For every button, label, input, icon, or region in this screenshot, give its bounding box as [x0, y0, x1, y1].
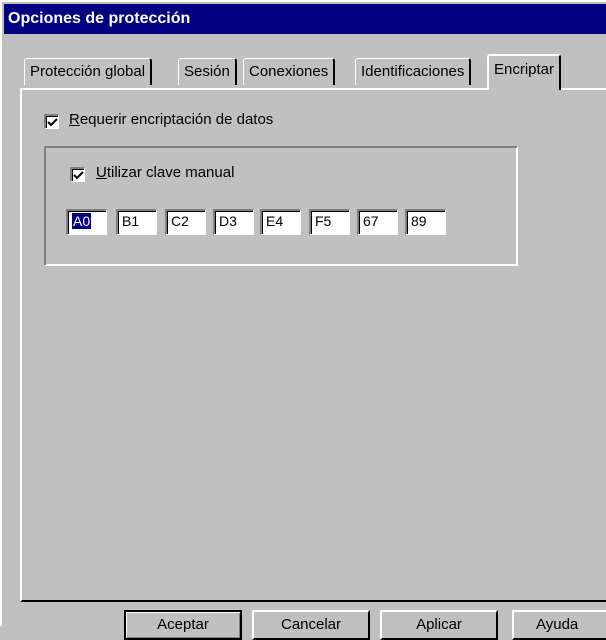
key-byte-field-4[interactable]: D3: [213, 209, 254, 235]
cancel-button[interactable]: Cancelar: [252, 610, 370, 640]
key-byte-field-2[interactable]: B1: [116, 209, 157, 235]
dialog-title: Opciones de protección: [4, 4, 606, 34]
tab-conexiones[interactable]: Conexiones: [243, 58, 336, 85]
require-encryption-label[interactable]: Requerir encriptación de datos: [69, 111, 273, 128]
checkmark-icon: [73, 171, 84, 180]
key-byte-field-3[interactable]: C2: [165, 209, 206, 235]
manual-key-label[interactable]: Utilizar clave manual: [96, 164, 234, 181]
help-button[interactable]: Ayuda: [512, 610, 606, 640]
checkmark-icon: [47, 118, 58, 127]
apply-button[interactable]: Aplicar: [380, 610, 498, 640]
key-byte-field-6[interactable]: F5: [309, 209, 350, 235]
tab-identificaciones[interactable]: Identificaciones: [355, 58, 472, 85]
require-encryption-checkbox[interactable]: [44, 114, 59, 129]
key-byte-field-7[interactable]: 67: [357, 209, 398, 235]
key-byte-field-8[interactable]: 89: [405, 209, 446, 235]
key-byte-field-5[interactable]: E4: [260, 209, 301, 235]
manual-key-checkbox[interactable]: [70, 167, 85, 182]
tab-sesion[interactable]: Sesión: [178, 58, 237, 85]
encrypt-tab-panel: Requerir encriptación de datos Utilizar …: [20, 88, 606, 602]
ok-button[interactable]: Aceptar: [124, 610, 242, 640]
tab-encriptar[interactable]: Encriptar: [487, 54, 562, 90]
key-byte-field-1[interactable]: A0: [66, 209, 107, 235]
protection-options-dialog: Opciones de protección Protección global…: [0, 0, 606, 640]
tab-proteccion-global[interactable]: Protección global: [24, 58, 153, 85]
